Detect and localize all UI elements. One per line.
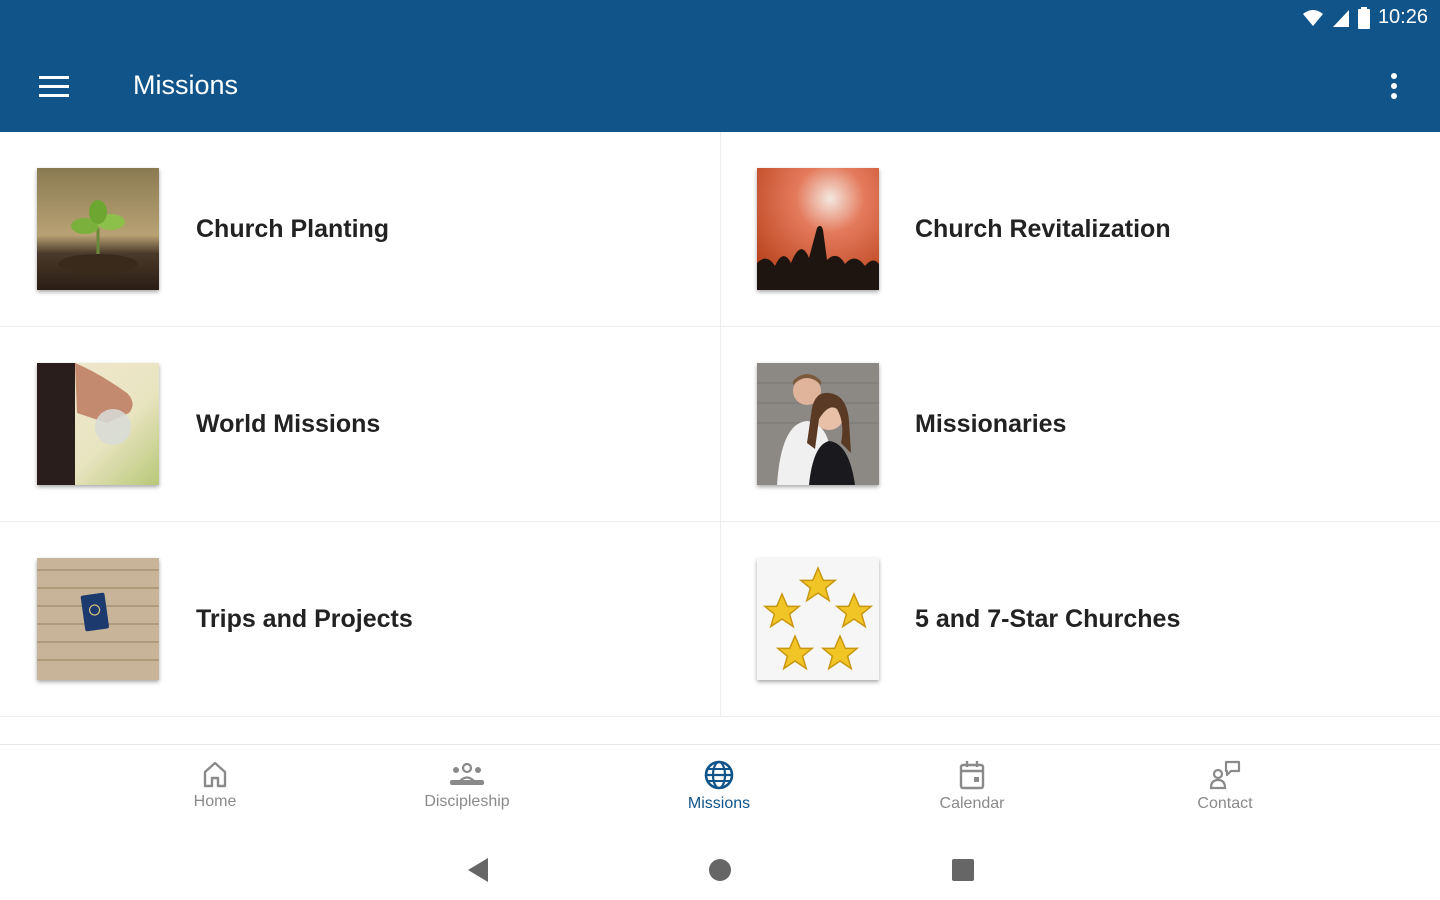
contact-icon <box>1209 760 1241 790</box>
grid-item-missionaries[interactable]: Missionaries <box>721 327 1440 522</box>
stars-icon <box>757 558 879 680</box>
worship-crowd-photo <box>757 168 879 290</box>
app-bar: Missions <box>0 40 1440 132</box>
nav-label-contact: Contact <box>1197 795 1253 812</box>
recents-button[interactable] <box>943 850 983 890</box>
grid-item-label: 5 and 7-Star Churches <box>915 605 1181 633</box>
nav-item-contact[interactable]: Contact <box>1150 745 1300 833</box>
nav-item-home[interactable]: Home <box>140 745 290 833</box>
status-time: 10:26 <box>1377 6 1428 28</box>
recents-square-icon <box>952 859 974 881</box>
system-navigation-bar <box>0 832 1440 900</box>
cellular-signal-icon <box>1332 9 1349 27</box>
menu-button[interactable] <box>30 62 78 110</box>
bottom-navigation: Home Discipleship Missions Calendar Cont… <box>0 744 1440 833</box>
nav-item-missions[interactable]: Missions <box>644 745 794 833</box>
hamburger-menu-icon <box>39 76 69 97</box>
nav-item-discipleship[interactable]: Discipleship <box>392 745 542 833</box>
grid-item-world-missions[interactable]: World Missions <box>0 327 720 522</box>
overflow-menu-button[interactable] <box>1370 62 1418 110</box>
calendar-icon <box>959 761 985 790</box>
grid-item-trips-and-projects[interactable]: Trips and Projects <box>0 522 720 717</box>
nav-label-missions: Missions <box>687 795 751 812</box>
nav-label-discipleship: Discipleship <box>424 793 510 810</box>
seedling-photo <box>37 168 159 290</box>
nav-label-calendar: Calendar <box>939 795 1005 812</box>
globe-icon <box>704 760 734 790</box>
nav-label-home: Home <box>193 793 237 810</box>
home-circle-icon <box>709 859 731 881</box>
back-triangle-icon <box>468 858 488 882</box>
grid-item-star-churches[interactable]: 5 and 7-Star Churches <box>721 522 1440 717</box>
nav-item-calendar[interactable]: Calendar <box>897 745 1047 833</box>
status-icons: 10:26 <box>1302 6 1428 29</box>
grid-item-label: Church Revitalization <box>915 215 1171 243</box>
passport-photo <box>37 558 159 680</box>
grid-item-church-revitalization[interactable]: Church Revitalization <box>721 132 1440 327</box>
back-button[interactable] <box>458 850 498 890</box>
missions-grid: Church Planting Church Revitalization Wo… <box>0 132 1440 717</box>
status-bar: 10:26 <box>0 0 1440 40</box>
home-system-button[interactable] <box>700 850 740 890</box>
grid-item-label: Church Planting <box>196 215 390 243</box>
wifi-icon <box>1302 9 1323 26</box>
hands-globe-photo <box>37 363 159 485</box>
grid-item-label: World Missions <box>196 410 381 438</box>
page-title: Missions <box>133 70 239 100</box>
grid-item-label: Trips and Projects <box>196 605 413 633</box>
grid-item-label: Missionaries <box>915 410 1067 438</box>
couple-photo <box>757 363 879 485</box>
people-icon <box>450 762 484 785</box>
battery-icon <box>1357 6 1370 29</box>
grid-item-church-planting[interactable]: Church Planting <box>0 132 720 327</box>
more-vert-icon <box>1391 73 1397 99</box>
home-icon <box>203 761 227 788</box>
